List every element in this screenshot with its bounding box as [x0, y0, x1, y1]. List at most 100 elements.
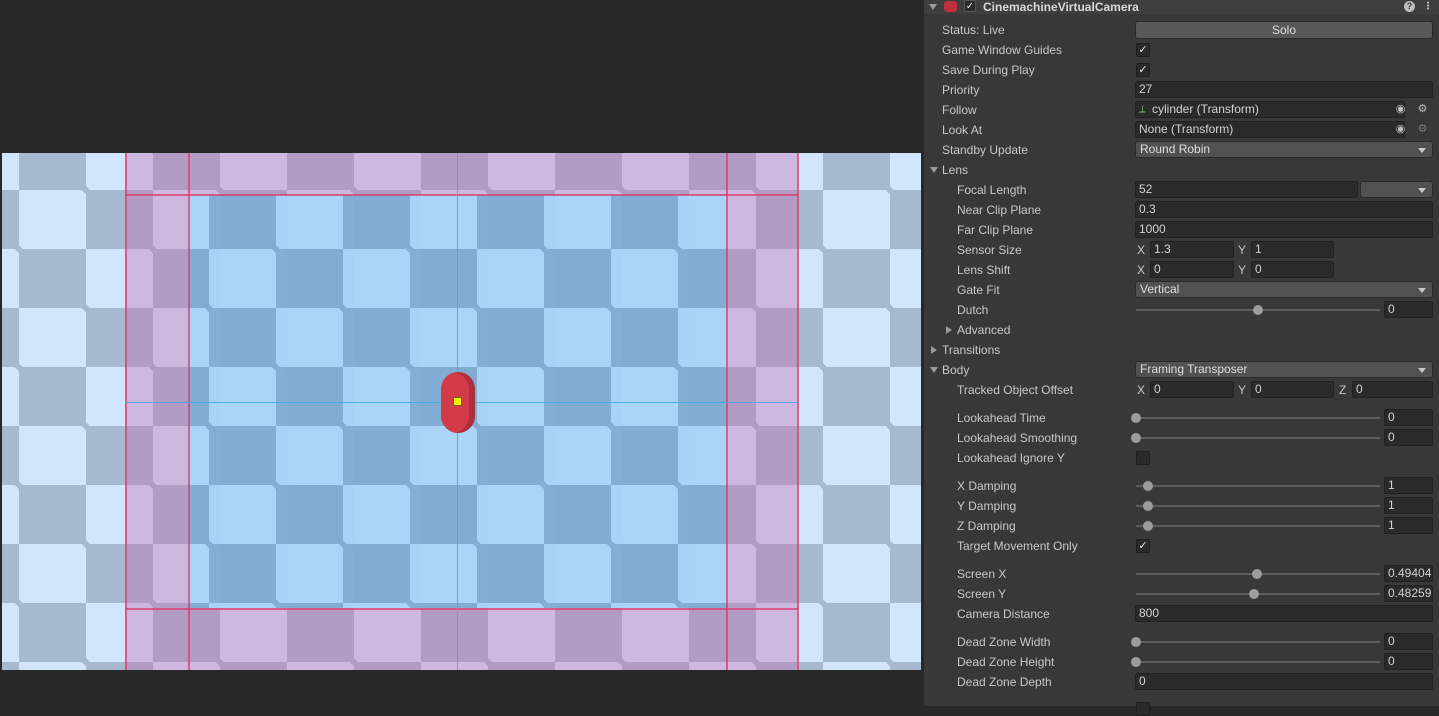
lookahead-smoothing-slider-track[interactable] — [1136, 437, 1380, 439]
partially-visible-checkbox[interactable] — [1136, 702, 1150, 716]
tracked-offset-z-field[interactable]: 0 — [1352, 381, 1433, 398]
body-foldout-icon[interactable] — [930, 367, 938, 373]
lookahead-time-slider-track[interactable] — [1136, 417, 1380, 419]
look-at-label: Look At — [942, 123, 983, 137]
soft-zone-top-guide[interactable] — [125, 194, 798, 196]
far-clip-field[interactable]: 1000 — [1135, 221, 1433, 238]
kebab-menu-icon[interactable]: ⋮ — [1423, 1, 1433, 12]
advanced-foldout[interactable]: Advanced — [924, 320, 1439, 340]
screen-x-slider-knob[interactable] — [1251, 569, 1262, 579]
y-damping-field[interactable]: 1 — [1384, 497, 1433, 514]
dead-zone-height-row: Dead Zone Height 0 — [924, 652, 1439, 672]
y-damping-row: Y Damping 1 — [924, 496, 1439, 516]
game-viewport[interactable] — [2, 153, 921, 670]
follow-field[interactable]: ⟂ cylinder (Transform) — [1135, 101, 1405, 118]
soft-zone-right-guide[interactable] — [726, 153, 728, 670]
chevron-down-icon — [1418, 368, 1426, 373]
component-enabled-checkbox[interactable]: ✓ — [964, 0, 976, 12]
z-damping-slider-track[interactable] — [1136, 525, 1380, 527]
priority-field[interactable]: 27 — [1135, 81, 1433, 98]
body-label[interactable]: Body — [942, 360, 969, 380]
lookahead-smoothing-row: Lookahead Smoothing 0 — [924, 428, 1439, 448]
look-at-settings-gear-icon[interactable]: ⚙ — [1416, 123, 1429, 136]
follow-value: cylinder (Transform) — [1152, 102, 1259, 116]
follow-picker-icon[interactable]: ◉ — [1394, 103, 1407, 116]
tracked-point-marker — [453, 397, 462, 406]
target-movement-only-checkbox[interactable]: ✓ — [1136, 539, 1150, 553]
virtual-camera-icon — [944, 1, 957, 12]
chevron-down-icon — [1418, 288, 1426, 293]
look-at-picker-icon[interactable]: ◉ — [1394, 123, 1407, 136]
soft-zone-left-guide[interactable] — [188, 153, 190, 670]
look-at-row: Look At None (Transform) ◉ ⚙ — [924, 120, 1439, 140]
dead-zone-width-field[interactable]: 0 — [1384, 633, 1433, 650]
advanced-foldout-icon[interactable] — [946, 326, 952, 334]
lens-foldout[interactable]: Lens — [924, 160, 1439, 180]
transitions-foldout-icon[interactable] — [931, 346, 937, 354]
lookahead-time-field[interactable]: 0 — [1384, 409, 1433, 426]
tracked-offset-z-label: Z — [1339, 383, 1347, 397]
standby-update-dropdown[interactable]: Round Robin — [1135, 141, 1433, 158]
y-damping-slider-knob[interactable] — [1143, 501, 1154, 511]
gate-fit-value: Vertical — [1140, 282, 1180, 296]
component-header[interactable]: ✓ CinemachineVirtualCamera ? ⋮ — [924, 0, 1439, 14]
solo-button[interactable]: Solo — [1135, 21, 1433, 39]
body-type-dropdown[interactable]: Framing Transposer — [1135, 361, 1433, 378]
lens-shift-y-field[interactable]: 0 — [1251, 261, 1334, 278]
lookahead-smoothing-field[interactable]: 0 — [1384, 429, 1433, 446]
game-window-guides-checkbox[interactable]: ✓ — [1136, 43, 1150, 57]
soft-zone-bottom-guide[interactable] — [125, 608, 798, 610]
follow-label: Follow — [942, 103, 977, 117]
y-damping-slider-track[interactable] — [1136, 505, 1380, 507]
lens-label[interactable]: Lens — [942, 160, 968, 180]
far-clip-row: Far Clip Plane 1000 — [924, 220, 1439, 240]
lookahead-time-slider-knob[interactable] — [1131, 413, 1141, 423]
tracked-offset-x-field[interactable]: 0 — [1150, 381, 1234, 398]
focal-length-field[interactable]: 52 — [1135, 181, 1358, 198]
save-during-play-checkbox[interactable]: ✓ — [1136, 63, 1150, 77]
x-damping-field[interactable]: 1 — [1384, 477, 1433, 494]
question-icon[interactable]: ? — [1404, 1, 1415, 12]
save-during-play-row: Save During Play ✓ — [924, 60, 1439, 80]
x-damping-slider-track[interactable] — [1136, 485, 1380, 487]
lookahead-ignore-y-checkbox[interactable] — [1136, 451, 1150, 465]
focal-length-preset-dropdown[interactable] — [1360, 181, 1433, 198]
dead-zone-depth-field[interactable]: 0 — [1135, 673, 1433, 690]
tracked-offset-x-label: X — [1137, 383, 1146, 397]
camera-distance-field[interactable]: 800 — [1135, 605, 1433, 622]
sensor-size-x-field[interactable]: 1.3 — [1150, 241, 1234, 258]
target-movement-only-row: Target Movement Only ✓ — [924, 536, 1439, 556]
follow-settings-gear-icon[interactable]: ⚙ — [1416, 103, 1429, 116]
lens-shift-x-field[interactable]: 0 — [1150, 261, 1234, 278]
tracked-offset-y-field[interactable]: 0 — [1251, 381, 1334, 398]
dead-zone-height-slider-knob[interactable] — [1131, 657, 1141, 667]
screen-y-field[interactable]: 0.48259 — [1384, 585, 1433, 602]
near-clip-field[interactable]: 0.3 — [1135, 201, 1433, 218]
screen-x-field[interactable]: 0.49404 — [1384, 565, 1433, 582]
lens-foldout-icon[interactable] — [930, 167, 938, 173]
dead-zone-height-slider-track[interactable] — [1136, 661, 1380, 663]
look-at-field[interactable]: None (Transform) — [1135, 121, 1405, 138]
z-damping-slider-knob[interactable] — [1143, 521, 1154, 531]
dead-zone-width-slider-track[interactable] — [1136, 641, 1380, 643]
dead-zone-width-row: Dead Zone Width 0 — [924, 632, 1439, 652]
dead-zone-height-field[interactable]: 0 — [1384, 653, 1433, 670]
x-damping-slider-knob[interactable] — [1143, 481, 1154, 491]
z-damping-field[interactable]: 1 — [1384, 517, 1433, 534]
standby-update-value: Round Robin — [1140, 142, 1211, 156]
dutch-slider-knob[interactable] — [1253, 305, 1263, 315]
lookahead-smoothing-slider-knob[interactable] — [1131, 433, 1141, 443]
sensor-size-y-field[interactable]: 1 — [1251, 241, 1334, 258]
dutch-field[interactable]: 0 — [1384, 301, 1433, 318]
body-foldout[interactable]: Body Framing Transposer — [924, 360, 1439, 380]
component-foldout-icon[interactable] — [929, 4, 937, 10]
screen-x-row: Screen X 0.49404 — [924, 564, 1439, 584]
gate-fit-dropdown[interactable]: Vertical — [1135, 281, 1433, 298]
dead-zone-depth-row: Dead Zone Depth 0 — [924, 672, 1439, 692]
screen-y-slider-knob[interactable] — [1248, 589, 1259, 599]
dead-zone-width-slider-knob[interactable] — [1131, 637, 1141, 647]
advanced-label[interactable]: Advanced — [957, 320, 1010, 340]
sensor-size-y-label: Y — [1238, 243, 1247, 257]
transitions-foldout[interactable]: Transitions — [924, 340, 1439, 360]
transitions-label[interactable]: Transitions — [942, 340, 1000, 360]
